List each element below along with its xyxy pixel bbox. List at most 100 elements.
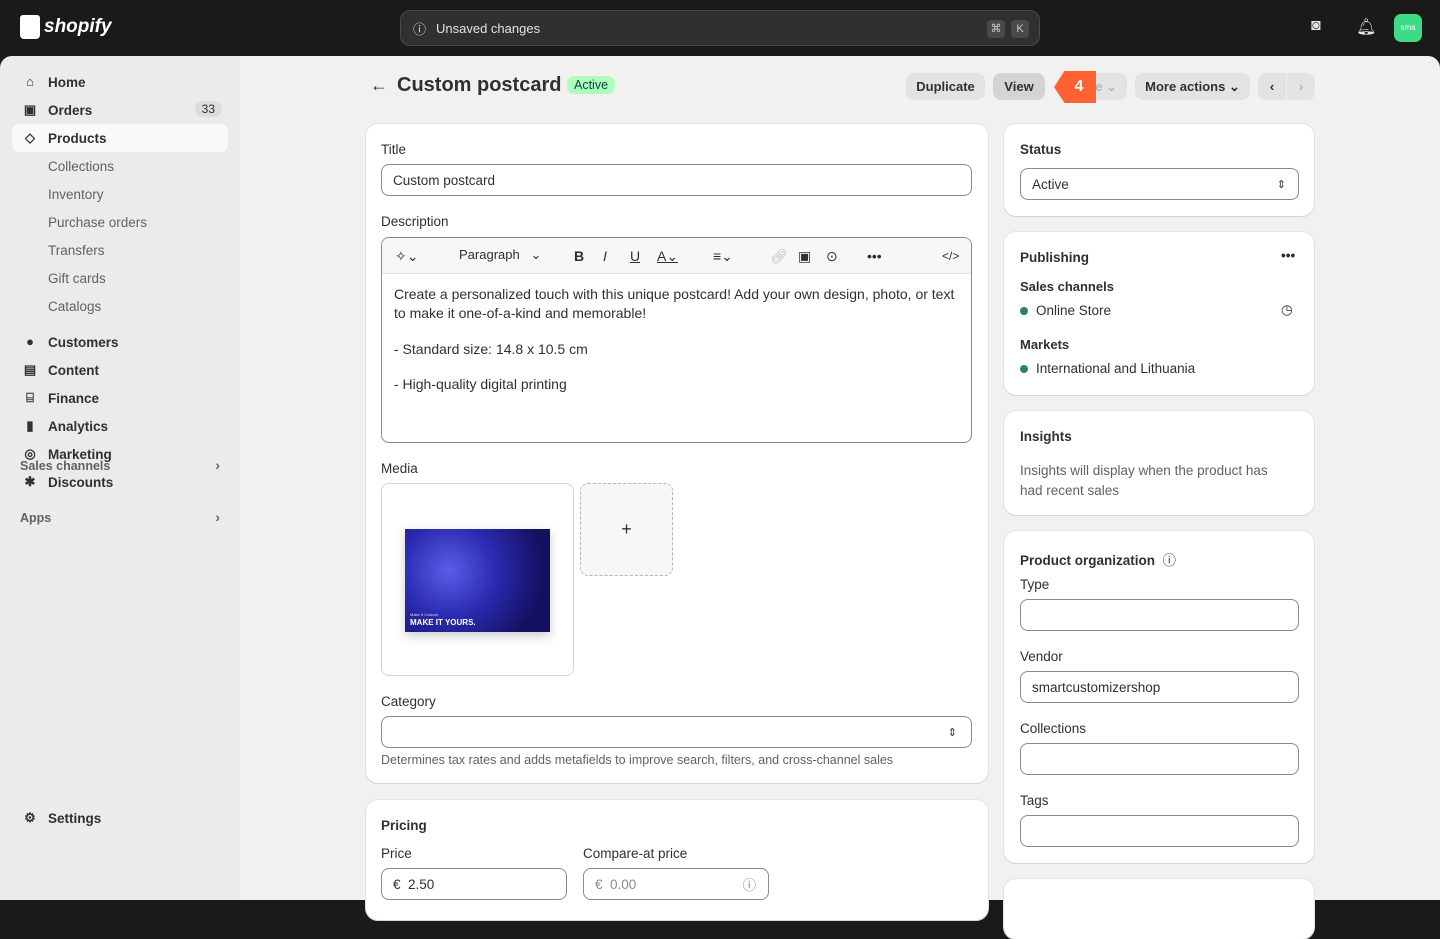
sales-channels-label: Sales channels [1020, 279, 1114, 294]
compare-price-input[interactable]: € 0.00 ⓘ [583, 868, 769, 900]
person-icon: ● [26, 334, 34, 349]
next-button[interactable]: › [1287, 73, 1315, 100]
chevron-right-icon: › [215, 509, 220, 525]
sidebar-item-gift-cards[interactable]: Gift cards [12, 264, 228, 292]
store-icon[interactable]: ◙ [1311, 17, 1321, 35]
organization-title: Product organization ⓘ [1020, 553, 1177, 568]
chevron-right-icon: › [215, 457, 220, 473]
bold-icon[interactable]: B [574, 248, 584, 264]
media-label: Media [381, 461, 418, 476]
title-label: Title [381, 142, 407, 157]
shopify-logo[interactable]: shopify [20, 15, 112, 39]
media-item[interactable]: Make It Custom. MAKE IT YOURS. [381, 483, 574, 676]
select-arrows-icon: ⇕ [947, 726, 957, 739]
collections-input[interactable] [1020, 743, 1299, 775]
image-icon[interactable]: ▣ [798, 248, 811, 265]
select-arrows-icon: ⇕ [1276, 178, 1286, 191]
sidebar: ⌂ Home ▣ Orders 33 ◇ Products Collections Invent… [0, 56, 240, 900]
more-icon[interactable]: ••• [867, 248, 882, 264]
sidebar-item-products[interactable]: ◇ Products [12, 124, 228, 152]
channel-online-store: Online Store [1020, 303, 1111, 318]
status-badge: Active [567, 76, 616, 94]
category-select[interactable]: ⇕ [381, 716, 972, 748]
sales-channels-section[interactable]: Sales channels › [20, 457, 224, 473]
paragraph-dropdown[interactable]: Paragraph ⌄ [459, 247, 541, 263]
compare-price-label: Compare-at price [583, 846, 688, 861]
bell-icon[interactable]: 🔔︎ [1356, 17, 1376, 37]
sidebar-item-purchase-orders[interactable]: Purchase orders [12, 208, 228, 236]
more-actions-button[interactable]: More actions ⌄ [1135, 73, 1250, 100]
cmd-key: ⌘ [987, 20, 1005, 38]
code-icon[interactable]: </> [942, 249, 959, 263]
underline-icon[interactable]: U [630, 248, 640, 264]
text-color-icon[interactable]: A⌄ [657, 248, 678, 265]
avatar[interactable]: sma [1394, 14, 1422, 42]
sidebar-item-transfers[interactable]: Transfers [12, 236, 228, 264]
gear-icon: ⚙ [24, 810, 36, 825]
previous-button[interactable]: ‹ [1258, 73, 1286, 100]
sidebar-item-content[interactable]: ▤ Content [12, 356, 228, 384]
title-input[interactable]: Custom postcard [381, 164, 972, 196]
add-media-button[interactable]: + [580, 483, 673, 576]
vendor-input[interactable]: smartcustomizershop [1020, 671, 1299, 703]
search-text: Unsaved changes [436, 20, 541, 36]
status-title: Status [1020, 142, 1062, 157]
vendor-label: Vendor [1020, 649, 1063, 664]
top-bar: shopify ⓘ Unsaved changes ⌘ K ◙ 🔔︎ sma [0, 0, 1440, 56]
more-options-icon[interactable]: ••• [1281, 248, 1295, 263]
view-button[interactable]: View [993, 73, 1045, 100]
category-help: Determines tax rates and adds metafields… [381, 753, 894, 767]
insights-text: Insights will display when the product h… [1020, 463, 1268, 498]
sidebar-item-settings[interactable]: ⚙ Settings [12, 804, 228, 832]
postcard-image: Make It Custom. MAKE IT YOURS. [405, 529, 550, 632]
alert-icon: ⓘ [413, 21, 427, 37]
collections-label: Collections [1020, 721, 1087, 736]
sidebar-item-inventory[interactable]: Inventory [12, 180, 228, 208]
sidebar-item-analytics[interactable]: ▮ Analytics [12, 412, 228, 440]
sidebar-item-home[interactable]: ⌂ Home [12, 68, 228, 96]
bank-icon: ⌸ [26, 390, 34, 405]
category-label: Category [381, 694, 436, 709]
tags-label: Tags [1020, 793, 1049, 808]
description-text[interactable]: Create a personalized touch with this un… [394, 285, 959, 394]
price-input[interactable]: € 2.50 [381, 868, 567, 900]
tags-input[interactable] [1020, 815, 1299, 847]
type-label: Type [1020, 577, 1050, 592]
description-label: Description [381, 214, 449, 229]
market-item: International and Lithuania [1020, 361, 1195, 376]
orders-icon: ▣ [23, 102, 37, 117]
publishing-title: Publishing [1020, 250, 1089, 265]
discount-icon: ✱ [24, 474, 36, 489]
sidebar-item-orders[interactable]: ▣ Orders 33 [12, 96, 228, 124]
sidebar-item-finance[interactable]: ⌸ Finance [12, 384, 228, 412]
italic-icon[interactable]: I [603, 248, 607, 264]
sidebar-item-catalogs[interactable]: Catalogs [12, 292, 228, 320]
duplicate-button[interactable]: Duplicate [906, 73, 985, 100]
next-card [1004, 879, 1314, 939]
price-label: Price [381, 846, 412, 861]
page-title: Custom postcard [397, 74, 562, 96]
type-input[interactable] [1020, 599, 1299, 631]
markets-label: Markets [1020, 337, 1070, 352]
pricing-title: Pricing [381, 818, 427, 833]
insights-title: Insights [1020, 429, 1072, 444]
apps-section[interactable]: Apps › [20, 509, 224, 525]
tag-icon: ◇ [25, 130, 35, 145]
content-icon: ▤ [23, 362, 37, 377]
k-key: K [1011, 20, 1029, 38]
align-icon[interactable]: ≡⌄ [713, 248, 733, 265]
video-icon[interactable]: ⊙ [826, 248, 838, 265]
link-icon[interactable]: 🔗︎ [770, 248, 788, 265]
search-bar[interactable]: ⓘ Unsaved changes ⌘ K [400, 10, 1040, 46]
sidebar-item-customers[interactable]: ● Customers [12, 328, 228, 356]
status-select[interactable]: Active ⇕ [1020, 168, 1299, 200]
back-arrow-icon[interactable]: ← [370, 75, 388, 96]
product-details-card [366, 124, 988, 783]
ai-magic-icon[interactable]: ✧⌄ [395, 248, 418, 265]
sidebar-item-collections[interactable]: Collections [12, 152, 228, 180]
orders-count-badge: 33 [194, 101, 222, 117]
info-icon: ⓘ [1162, 553, 1177, 568]
calendar-schedule-icon[interactable]: ◷ [1281, 302, 1293, 318]
home-icon: ⌂ [26, 74, 34, 89]
help-icon: ⓘ [742, 878, 757, 893]
